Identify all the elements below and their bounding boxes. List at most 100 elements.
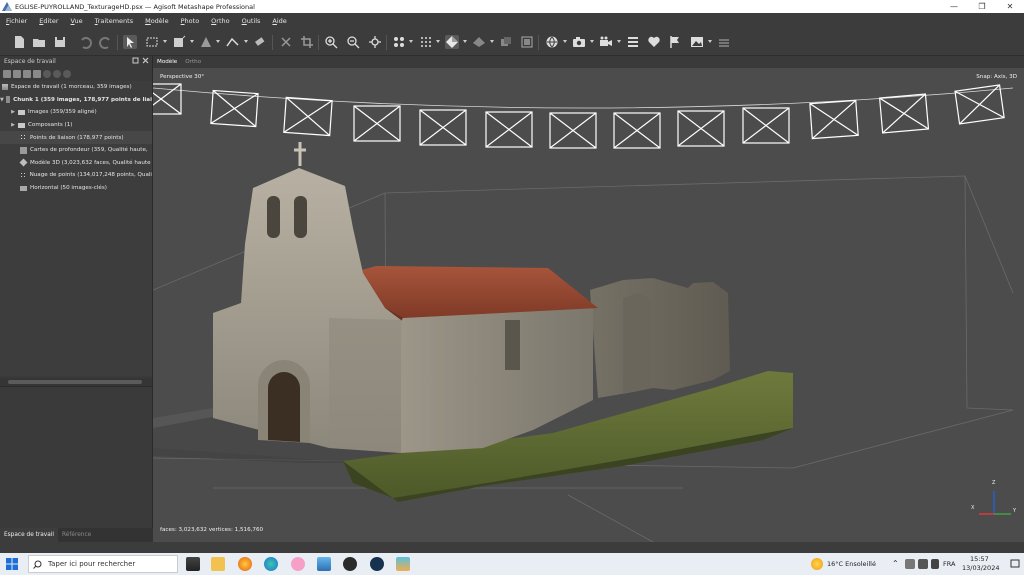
open-folder-icon[interactable] bbox=[32, 35, 46, 49]
close-button[interactable]: ✕ bbox=[996, 0, 1024, 13]
windows-start-icon[interactable] bbox=[6, 558, 18, 570]
menu-fichier[interactable]: Fichier bbox=[6, 17, 27, 25]
camera-frame[interactable] bbox=[677, 110, 725, 147]
disable-icon[interactable] bbox=[53, 70, 61, 78]
minimize-button[interactable]: — bbox=[940, 0, 968, 13]
tiled-model-icon[interactable] bbox=[472, 35, 486, 49]
remove-items-icon[interactable] bbox=[33, 70, 41, 78]
mail-icon[interactable] bbox=[396, 557, 410, 571]
marker-flag-icon[interactable] bbox=[668, 35, 682, 49]
language-indicator[interactable]: FRA bbox=[943, 560, 955, 568]
draw-polyline-icon[interactable] bbox=[226, 35, 240, 49]
point-cloud-icon[interactable] bbox=[419, 35, 433, 49]
camera-capture-icon[interactable] bbox=[572, 35, 586, 49]
camera-frame[interactable] bbox=[485, 111, 533, 148]
maximize-button[interactable]: ❐ bbox=[968, 0, 996, 13]
tree-row-animation[interactable]: Horizontal (50 images-clés) bbox=[0, 182, 152, 195]
images-expand-arrow[interactable]: ▶ bbox=[10, 109, 16, 115]
tree-row-point-cloud[interactable]: Nuage de points (134,017,248 points, Qua… bbox=[0, 169, 152, 182]
paint-icon[interactable] bbox=[291, 557, 305, 571]
task-view-icon[interactable] bbox=[186, 557, 200, 571]
redo-icon[interactable] bbox=[99, 35, 113, 49]
enable-icon[interactable] bbox=[43, 70, 51, 78]
image-overlay-icon[interactable] bbox=[690, 35, 704, 49]
components-expand-arrow[interactable]: ▶ bbox=[10, 122, 16, 128]
layers-icon[interactable] bbox=[717, 35, 731, 49]
crop-icon[interactable] bbox=[300, 35, 314, 49]
firefox-icon[interactable] bbox=[238, 557, 252, 571]
taskbar-search-box[interactable]: Taper ici pour rechercher bbox=[28, 555, 178, 573]
add-photos-icon[interactable] bbox=[13, 70, 21, 78]
tree-row-3d-model[interactable]: Modèle 3D (3,023,632 faces, Qualité haut… bbox=[0, 157, 152, 170]
portal-door[interactable] bbox=[268, 372, 300, 442]
video-camera-icon[interactable] bbox=[599, 35, 613, 49]
camera-frame[interactable] bbox=[353, 105, 401, 142]
rectangle-selection-icon[interactable] bbox=[145, 35, 159, 49]
file-explorer-icon[interactable] bbox=[211, 557, 225, 571]
tree-row-chunk[interactable]: ▼ Chunk 1 (359 images, 178,977 points de… bbox=[0, 94, 152, 107]
volume-icon[interactable] bbox=[918, 559, 928, 569]
menu-outils[interactable]: Outils bbox=[242, 17, 261, 25]
delete-selection-icon[interactable] bbox=[279, 35, 293, 49]
tab-ortho[interactable]: Ortho bbox=[181, 59, 205, 65]
app-icon[interactable] bbox=[343, 557, 357, 571]
camera-frame[interactable] bbox=[549, 112, 597, 149]
tree-row-workspace[interactable]: Espace de travail (1 morceau, 359 images… bbox=[0, 81, 152, 94]
chunk-expand-arrow[interactable]: ▼ bbox=[0, 97, 4, 103]
tab-espace-de-travail[interactable]: Espace de travail bbox=[0, 528, 59, 542]
menu-editer[interactable]: Editer bbox=[39, 17, 58, 25]
orthomosaic-icon[interactable] bbox=[520, 35, 534, 49]
ruler-tool-icon[interactable] bbox=[199, 35, 213, 49]
tab-modele[interactable]: Modèle bbox=[153, 59, 181, 65]
menu-vue[interactable]: Vue bbox=[71, 17, 83, 25]
battery-icon[interactable] bbox=[931, 559, 939, 569]
globe-view-icon[interactable] bbox=[545, 35, 559, 49]
network-icon[interactable] bbox=[905, 559, 915, 569]
menu-ortho[interactable]: Ortho bbox=[211, 17, 229, 25]
tree-row-depth-maps[interactable]: Cartes de profondeur (359, Qualité haute… bbox=[0, 144, 152, 157]
add-folder-icon[interactable] bbox=[23, 70, 31, 78]
close-panel-icon[interactable] bbox=[142, 57, 149, 64]
workspace-horizontal-scrollbar[interactable] bbox=[0, 378, 152, 386]
eraser-icon[interactable] bbox=[253, 35, 267, 49]
model-viewport[interactable]: Perspective 30° Snap: Axis, 3D faces: 3,… bbox=[153, 68, 1024, 542]
save-icon[interactable] bbox=[53, 35, 67, 49]
shape-heart-icon[interactable] bbox=[647, 35, 661, 49]
camera-frame[interactable] bbox=[283, 96, 333, 137]
scrollbar-thumb[interactable] bbox=[8, 380, 142, 384]
clock-time[interactable]: 15:57 bbox=[970, 555, 989, 563]
zoom-in-icon[interactable] bbox=[324, 35, 338, 49]
weather-sun-icon[interactable] bbox=[811, 558, 823, 570]
edge-icon[interactable] bbox=[264, 557, 278, 571]
chevron-up-icon[interactable]: ⌃ bbox=[892, 559, 899, 568]
remove-icon[interactable] bbox=[63, 70, 71, 78]
reset-view-icon[interactable] bbox=[368, 35, 382, 49]
new-document-icon[interactable] bbox=[12, 35, 26, 49]
metashape-taskbar-icon[interactable] bbox=[317, 557, 331, 571]
list-view-icon[interactable] bbox=[626, 35, 640, 49]
camera-frame[interactable] bbox=[419, 109, 467, 146]
tab-reference[interactable]: Référence bbox=[58, 528, 95, 542]
show-cameras-icon[interactable] bbox=[392, 35, 406, 49]
undo-icon[interactable] bbox=[78, 35, 92, 49]
steam-icon[interactable] bbox=[370, 557, 384, 571]
dem-icon[interactable] bbox=[499, 35, 513, 49]
camera-frame[interactable] bbox=[878, 93, 930, 134]
undock-panel-icon[interactable] bbox=[132, 57, 139, 64]
navigation-cursor-icon[interactable] bbox=[123, 35, 137, 49]
tree-row-tie-points[interactable]: Points de liaison (178,977 points) bbox=[0, 131, 152, 144]
camera-frame[interactable] bbox=[742, 107, 790, 144]
weather-text[interactable]: 16°C Ensoleillé bbox=[827, 560, 876, 568]
add-chunk-icon[interactable] bbox=[3, 70, 11, 78]
menu-traitements[interactable]: Traitements bbox=[95, 17, 133, 25]
resize-region-icon[interactable] bbox=[172, 35, 186, 49]
camera-frame[interactable] bbox=[809, 99, 859, 140]
zoom-out-icon[interactable] bbox=[346, 35, 360, 49]
menu-photo[interactable]: Photo bbox=[181, 17, 200, 25]
tree-row-images[interactable]: ▶ Images (359/359 aligné) bbox=[0, 106, 152, 119]
clock-date[interactable]: 13/03/2024 bbox=[962, 564, 999, 572]
camera-frame[interactable] bbox=[613, 112, 661, 149]
tree-row-components[interactable]: ▶ Composants (1) bbox=[0, 119, 152, 132]
notifications-icon[interactable] bbox=[1010, 559, 1020, 569]
menu-modele[interactable]: Modèle bbox=[145, 17, 169, 25]
